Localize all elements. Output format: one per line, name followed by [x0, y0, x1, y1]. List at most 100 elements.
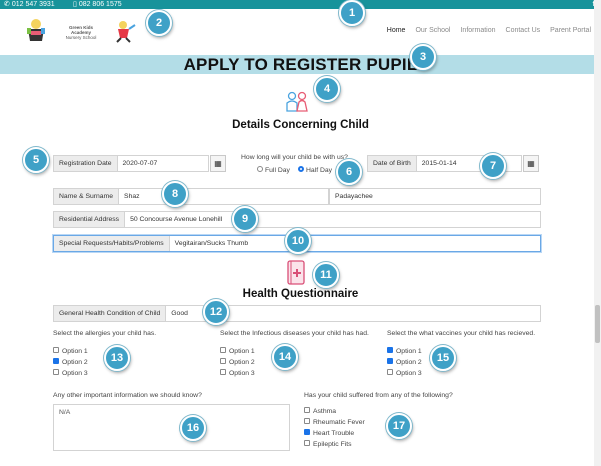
special-requests-value[interactable]: Vegitairan/Sucks Thumb: [170, 240, 254, 247]
allergy-checkbox-3[interactable]: [53, 369, 59, 376]
kid-mascot-logo[interactable]: [24, 17, 48, 46]
conditions-prompt: Has your child suffered from any of the …: [304, 392, 453, 399]
full-day-label: Full Day: [265, 167, 290, 174]
children-icon: [284, 90, 310, 118]
annotation-badge-4: 4: [314, 76, 340, 102]
annotation-badge-1: 1: [339, 0, 365, 26]
running-kid-logo[interactable]: [113, 19, 137, 45]
nav-our-school[interactable]: Our School: [415, 27, 450, 37]
first-name-value[interactable]: Shaz: [119, 193, 145, 200]
allergy-checkbox-1[interactable]: [53, 347, 59, 354]
phone-icon: ✆: [4, 1, 10, 8]
condition-rheumatic-fever[interactable]: Rheumatic Fever: [304, 418, 365, 426]
dob-calendar-button[interactable]: ▦: [523, 155, 539, 172]
annotation-badge-7: 7: [480, 153, 506, 179]
annotation-badge-17: 17: [386, 413, 412, 439]
nav-home[interactable]: Home: [387, 27, 406, 37]
other-info-textarea[interactable]: N/A: [53, 404, 290, 451]
heart-trouble-label: Heart Trouble: [313, 430, 355, 437]
disease-checkbox-3[interactable]: [220, 369, 226, 376]
annotation-badge-9: 9: [232, 206, 258, 232]
allergy-option-3-label: Option 3: [62, 370, 88, 377]
registration-date-value[interactable]: 2020-07-07: [118, 160, 163, 167]
allergy-option-3[interactable]: Option 3: [53, 369, 88, 377]
disease-option-3[interactable]: Option 3: [220, 369, 255, 377]
date-of-birth-label: Date of Birth: [368, 156, 417, 171]
annotation-badge-6: 6: [336, 159, 362, 185]
date-of-birth-value[interactable]: 2015-01-14: [417, 160, 462, 167]
other-info-value: N/A: [59, 409, 71, 416]
disease-option-1-label: Option 1: [229, 348, 255, 355]
disease-checkbox-1[interactable]: [220, 347, 226, 354]
mobile-contact[interactable]: ▯ 082 806 1575: [73, 0, 122, 9]
scrollbar-thumb[interactable]: [595, 305, 600, 343]
vaccine-checkbox-3[interactable]: [387, 369, 393, 376]
half-day-radio[interactable]: [298, 166, 304, 173]
nav-contact-us[interactable]: Contact Us: [506, 27, 541, 37]
general-health-value[interactable]: Good: [166, 310, 193, 317]
phone-contact[interactable]: ✆ 012 547 3931: [4, 0, 55, 9]
phone-number-1: 012 547 3931: [11, 1, 55, 8]
surname-field[interactable]: Padayachee: [329, 188, 541, 205]
annotation-badge-14: 14: [272, 344, 298, 370]
disease-option-2-label: Option 2: [229, 359, 255, 366]
name-label: Name & Surname: [54, 189, 120, 204]
disease-option-2[interactable]: Option 2: [220, 358, 255, 366]
half-day-label: Half Day: [306, 167, 333, 174]
heart-trouble-checkbox[interactable]: [304, 429, 310, 436]
epileptic-fits-checkbox[interactable]: [304, 440, 310, 447]
child-details-heading: Details Concerning Child: [232, 119, 369, 131]
annotation-badge-13: 13: [104, 345, 130, 371]
nav-information[interactable]: Information: [460, 27, 495, 37]
disease-option-1[interactable]: Option 1: [220, 347, 255, 355]
main-nav: Home Our School Information Contact Us P…: [387, 27, 591, 37]
disease-checkbox-2[interactable]: [220, 358, 226, 365]
general-health-label: General Health Condition of Child: [54, 306, 167, 321]
allergy-option-2[interactable]: Option 2: [53, 358, 88, 366]
disease-option-3-label: Option 3: [229, 370, 255, 377]
allergy-option-1-label: Option 1: [62, 348, 88, 355]
asthma-label: Asthma: [313, 408, 337, 415]
health-book-icon: [286, 260, 306, 288]
registration-date-label: Registration Date: [54, 156, 118, 171]
other-info-prompt: Any other important information we shoul…: [53, 392, 202, 399]
page-scrollbar[interactable]: [594, 0, 601, 466]
vaccines-prompt: Select the what vaccines your child has …: [387, 330, 536, 337]
allergy-checkbox-2[interactable]: [53, 358, 59, 365]
name-field[interactable]: Name & Surname Shaz: [53, 188, 329, 205]
address-field[interactable]: Residential Address 50 Concourse Avenue …: [53, 211, 541, 228]
vaccine-option-3-label: Option 3: [396, 370, 422, 377]
condition-asthma[interactable]: Asthma: [304, 407, 337, 415]
asthma-checkbox[interactable]: [304, 407, 310, 414]
vaccine-option-1-label: Option 1: [396, 348, 422, 355]
rheumatic-fever-label: Rheumatic Fever: [313, 419, 365, 426]
condition-epileptic-fits[interactable]: Epileptic Fits: [304, 440, 352, 448]
condition-heart-trouble[interactable]: Heart Trouble: [304, 429, 355, 437]
annotation-badge-5: 5: [23, 147, 49, 173]
mobile-icon: ▯: [73, 1, 77, 8]
surname-value[interactable]: Padayachee: [330, 193, 378, 200]
general-health-field[interactable]: General Health Condition of Child Good: [53, 305, 541, 322]
health-questionnaire-heading: Health Questionnaire: [242, 288, 359, 300]
duration-half-day-option[interactable]: Half Day: [298, 166, 333, 174]
full-day-radio[interactable]: [257, 166, 263, 173]
registration-date-field[interactable]: Registration Date 2020-07-07: [53, 155, 209, 172]
calendar-icon: ▦: [527, 159, 535, 168]
vaccine-option-1[interactable]: Option 1: [387, 347, 422, 355]
duration-full-day-option[interactable]: Full Day: [257, 166, 290, 174]
rheumatic-fever-checkbox[interactable]: [304, 418, 310, 425]
duration-question: How long will your child be with us?: [241, 154, 348, 161]
calendar-icon: ▦: [214, 159, 222, 168]
vaccine-option-3[interactable]: Option 3: [387, 369, 422, 377]
allergy-option-1[interactable]: Option 1: [53, 347, 88, 355]
vaccine-checkbox-1[interactable]: [387, 347, 393, 354]
registration-calendar-button[interactable]: ▦: [210, 155, 226, 172]
address-value[interactable]: 50 Concourse Avenue Lonehill: [125, 216, 227, 223]
school-name-logo[interactable]: Green Kids Academy Nursery School: [60, 25, 102, 40]
allergies-prompt: Select the allergies your child has.: [53, 330, 157, 337]
nav-parent-portal[interactable]: Parent Portal: [550, 27, 591, 37]
vaccine-option-2[interactable]: Option 2: [387, 358, 422, 366]
vaccine-option-2-label: Option 2: [396, 359, 422, 366]
vaccine-checkbox-2[interactable]: [387, 358, 393, 365]
annotation-badge-2: 2: [146, 10, 172, 36]
